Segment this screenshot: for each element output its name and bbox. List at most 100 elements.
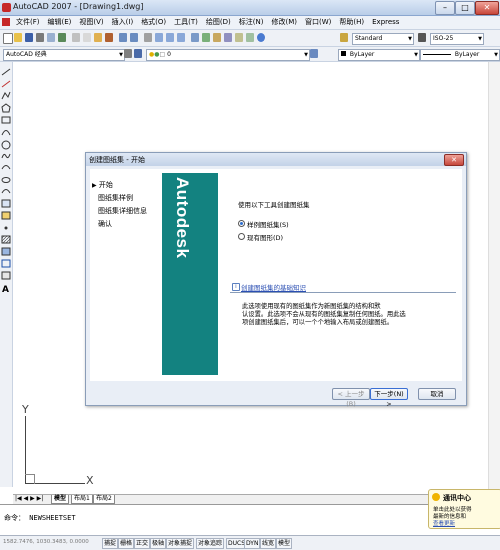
insert-block-icon[interactable] <box>1 199 11 208</box>
polyline-icon[interactable] <box>1 91 11 100</box>
osnap-toggle[interactable]: 对象捕捉 <box>166 538 195 549</box>
cancel-button[interactable]: 取消 <box>418 388 456 400</box>
dialog-close-button[interactable]: ✕ <box>444 154 464 166</box>
minimize-button[interactable]: – <box>435 1 455 15</box>
layer-previous-icon[interactable] <box>310 49 318 58</box>
model-toggle[interactable]: 模型 <box>276 538 293 549</box>
redo-icon[interactable] <box>130 33 138 42</box>
vertical-scrollbar[interactable] <box>488 62 500 494</box>
menu-edit[interactable]: 编辑(E) <box>44 17 76 28</box>
sheet-set-icon[interactable] <box>224 33 232 42</box>
help-icon[interactable] <box>257 33 265 42</box>
undo-icon[interactable] <box>119 33 127 42</box>
example-sheet-set-label[interactable]: 样例图纸集(S) <box>247 219 289 229</box>
copy-icon[interactable] <box>83 33 91 42</box>
dim-style-select[interactable]: ISO-25 ▼ <box>430 33 484 45</box>
zoom-realtime-icon[interactable] <box>155 33 163 42</box>
publish-icon[interactable] <box>58 33 66 42</box>
menu-window[interactable]: 窗口(W) <box>301 17 335 28</box>
menu-view[interactable]: 视图(V) <box>75 17 107 28</box>
region-icon[interactable] <box>1 259 11 268</box>
circle-icon[interactable] <box>1 140 11 150</box>
menu-dimension[interactable]: 标注(N) <box>235 17 268 28</box>
tab-navigation-arrows[interactable]: |◀ ◀ ▶ ▶| <box>13 495 45 503</box>
point-icon[interactable] <box>4 226 8 230</box>
maximize-button[interactable]: □ <box>455 1 475 15</box>
workspace-settings-icon[interactable] <box>124 49 132 58</box>
draw-toolbar: A <box>0 62 13 487</box>
properties-icon[interactable] <box>191 33 199 42</box>
document-icon[interactable] <box>2 18 10 26</box>
save-icon[interactable] <box>25 33 33 42</box>
paste-icon[interactable] <box>94 33 102 42</box>
ellipse-icon[interactable] <box>1 177 11 183</box>
table-icon[interactable] <box>1 271 11 280</box>
text-style-icon[interactable] <box>340 33 348 42</box>
match-properties-icon[interactable] <box>105 33 113 42</box>
menu-insert[interactable]: 插入(I) <box>108 17 138 28</box>
construction-line-icon[interactable] <box>1 80 11 88</box>
snap-toggle[interactable]: 捕捉 <box>102 538 119 549</box>
print-icon[interactable] <box>36 33 44 42</box>
menu-help[interactable]: 帮助(H) <box>335 17 368 28</box>
make-block-icon[interactable] <box>1 211 11 220</box>
color-select[interactable]: ByLayer ▼ <box>338 49 420 61</box>
pan-icon[interactable] <box>144 33 152 42</box>
tab-model[interactable]: 模型 <box>51 495 70 504</box>
ellipse-arc-icon[interactable] <box>1 189 11 194</box>
zoom-previous-icon[interactable] <box>177 33 185 42</box>
menu-express[interactable]: Express <box>368 17 403 28</box>
polygon-icon[interactable] <box>1 103 11 113</box>
polar-toggle[interactable]: 极轴 <box>150 538 167 549</box>
rectangle-icon[interactable] <box>1 116 11 124</box>
text-style-select[interactable]: Standard ▼ <box>352 33 414 45</box>
revision-cloud-icon[interactable] <box>1 153 11 159</box>
line-tool-icon[interactable] <box>1 68 11 76</box>
menu-modify[interactable]: 修改(M) <box>267 17 301 28</box>
zoom-window-icon[interactable] <box>166 33 174 42</box>
new-icon[interactable] <box>3 33 13 44</box>
spline-icon[interactable] <box>1 165 11 170</box>
otrack-toggle[interactable]: 对象追踪 <box>196 538 225 549</box>
command-prompt: 命令： <box>4 514 25 522</box>
dyn-toggle[interactable]: DYN <box>244 538 261 549</box>
workspace-select[interactable]: AutoCAD 经典 ▼ <box>3 49 125 61</box>
quickcalc-icon[interactable] <box>246 33 254 42</box>
communication-center-balloon[interactable]: 通讯中心 单击此处以获得 最新的信息和 查看更新 <box>428 489 500 529</box>
menu-tools[interactable]: 工具(T) <box>170 17 202 28</box>
close-window-button[interactable]: ✕ <box>475 1 499 15</box>
existing-drawings-label[interactable]: 现有图形(D) <box>247 232 283 242</box>
grid-toggle[interactable]: 栅格 <box>118 538 135 549</box>
tool-palettes-icon[interactable] <box>213 33 221 42</box>
layer-manager-icon[interactable] <box>134 49 142 58</box>
menu-format[interactable]: 格式(O) <box>137 17 170 28</box>
open-icon[interactable] <box>14 33 22 42</box>
menu-draw[interactable]: 绘图(D) <box>202 17 235 28</box>
linetype-select[interactable]: ByLayer ▼ <box>420 49 500 61</box>
command-line[interactable]: 命令： NEWSHEETSET <box>0 504 500 535</box>
tab-layout1[interactable]: 布局1 <box>71 495 93 504</box>
ortho-toggle[interactable]: 正交 <box>134 538 151 549</box>
existing-drawings-radio[interactable] <box>238 233 245 240</box>
tab-layout2[interactable]: 布局2 <box>93 495 115 504</box>
sheet-set-basics-link[interactable]: 创建图纸集的基础知识 <box>241 282 306 292</box>
menu-file[interactable]: 文件(F) <box>12 17 44 28</box>
example-sheet-set-radio[interactable] <box>238 220 245 227</box>
arc-icon[interactable] <box>1 130 11 136</box>
command-input-value[interactable]: NEWSHEETSET <box>29 514 75 522</box>
design-center-icon[interactable] <box>202 33 210 42</box>
description-line-2: 认设置。此选项不会从现有的图纸集复制任何图纸。用此选 <box>242 311 406 318</box>
dim-style-icon[interactable] <box>418 33 426 42</box>
next-button[interactable]: 下一步(N) > <box>370 388 408 408</box>
multiline-text-icon[interactable]: A <box>2 285 9 295</box>
hatch-icon[interactable] <box>1 235 11 244</box>
markup-icon[interactable] <box>235 33 243 42</box>
cut-icon[interactable] <box>72 33 80 42</box>
back-button[interactable]: < 上一步(B) <box>332 388 370 408</box>
notification-link[interactable]: 查看更新 <box>433 519 455 527</box>
gradient-icon[interactable] <box>1 247 11 256</box>
layer-select[interactable]: ●●□ 0 ▼ <box>146 49 310 61</box>
autocad-app-icon[interactable] <box>2 3 11 12</box>
lineweight-toggle[interactable]: 线宽 <box>260 538 277 549</box>
preview-icon[interactable] <box>47 33 55 42</box>
